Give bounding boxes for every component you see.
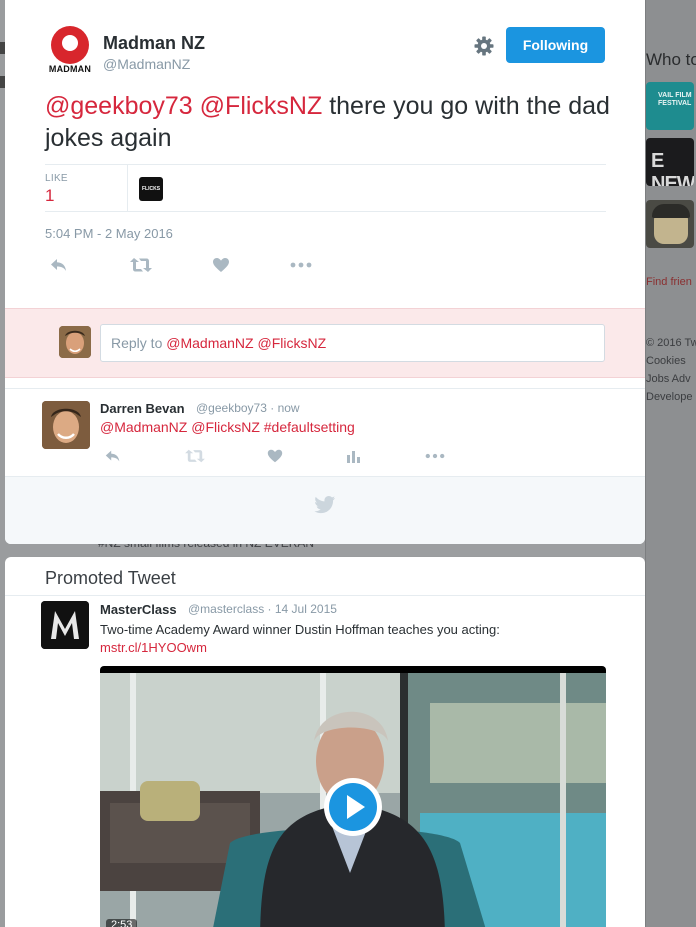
promoted-tweet-card: Promoted Tweet MasterClass @masterclass … bbox=[5, 557, 645, 927]
suggestion-label: VAIL FILM FESTIVAL bbox=[658, 92, 692, 107]
mention-link[interactable]: @geekboy73 bbox=[45, 92, 193, 120]
author-avatar[interactable]: MADMAN bbox=[45, 26, 95, 76]
promoted-heading: Promoted Tweet bbox=[45, 568, 176, 588]
cartoon-hair-shape bbox=[652, 204, 690, 218]
more-icon[interactable] bbox=[424, 447, 448, 469]
more-icon[interactable] bbox=[289, 255, 313, 277]
following-button[interactable]: Following bbox=[506, 27, 605, 63]
divider bbox=[5, 595, 645, 596]
suggestion-avatar-cartoon[interactable] bbox=[646, 200, 694, 248]
suggestion-avatar-vail[interactable]: VAIL FILM FESTIVAL bbox=[646, 82, 694, 130]
tweet-actions bbox=[45, 255, 345, 277]
tweet-timestamp[interactable]: 5:04 PM - 2 May 2016 bbox=[45, 226, 173, 241]
find-friends-link[interactable]: Find frien bbox=[646, 276, 692, 288]
tweet-modal: MADMAN Madman NZ @MadmanNZ Following @ge… bbox=[5, 0, 645, 544]
reply-text[interactable]: @MadmanNZ @FlicksNZ #defaultsetting bbox=[100, 419, 355, 435]
background-sidebar: Who to VAIL FILM FESTIVAL E NEWS Find fr… bbox=[645, 0, 696, 927]
masterclass-avatar[interactable] bbox=[41, 601, 89, 649]
suggestion-label: E NEWS bbox=[651, 150, 694, 186]
sidebar-footer: © 2016 Tw Cookies Jobs Adv Develope bbox=[646, 334, 696, 406]
promoted-text: Two-time Academy Award winner Dustin Hof… bbox=[100, 622, 500, 637]
reply-icon[interactable] bbox=[104, 447, 128, 469]
footer-line[interactable]: Cookies bbox=[646, 352, 696, 370]
analytics-icon[interactable] bbox=[344, 447, 368, 469]
play-button[interactable] bbox=[322, 776, 384, 838]
avatar-wordmark: MADMAN bbox=[48, 64, 92, 74]
gear-icon[interactable] bbox=[472, 34, 496, 58]
author-handle[interactable]: @MadmanNZ bbox=[103, 56, 190, 72]
reply-actions bbox=[100, 447, 460, 467]
reply-placeholder-mentions: @MadmanNZ @FlicksNZ bbox=[166, 335, 327, 351]
footer-line[interactable]: Jobs Adv bbox=[646, 370, 696, 388]
reply-icon[interactable] bbox=[49, 255, 73, 277]
promoted-link[interactable]: mstr.cl/1HYOOwm bbox=[100, 640, 207, 655]
likes-count[interactable]: 1 bbox=[45, 186, 54, 206]
twitter-bird-icon bbox=[314, 495, 336, 515]
modal-footer bbox=[5, 476, 645, 544]
like-icon[interactable] bbox=[211, 255, 235, 277]
likes-label: LIKE bbox=[45, 173, 68, 184]
mention-link[interactable]: @FlicksNZ bbox=[200, 92, 323, 120]
reply-input[interactable]: Reply to @MadmanNZ @FlicksNZ bbox=[100, 324, 605, 362]
tweet-stats: LIKE 1 FLICKS bbox=[45, 164, 606, 212]
madman-logo-icon bbox=[51, 26, 89, 64]
footer-line[interactable]: © 2016 Tw bbox=[646, 334, 696, 352]
video-duration: 2:53 bbox=[106, 919, 138, 927]
retweet-icon[interactable] bbox=[129, 255, 153, 277]
promoted-author-meta[interactable]: @masterclass · 14 Jul 2015 bbox=[188, 602, 337, 616]
current-user-avatar[interactable] bbox=[59, 326, 91, 358]
reply-tweet[interactable]: Darren Bevan @geekboy73 · now @MadmanNZ … bbox=[5, 388, 645, 476]
reply-placeholder-prefix: Reply to bbox=[111, 335, 167, 351]
retweet-icon[interactable] bbox=[184, 447, 208, 469]
footer-line[interactable]: Develope bbox=[646, 388, 696, 406]
suggestion-avatar-enews[interactable]: E NEWS bbox=[646, 138, 694, 186]
tweet-text: @geekboy73 @FlicksNZ there you go with t… bbox=[45, 90, 615, 154]
stats-divider bbox=[127, 165, 128, 212]
promoted-author-name[interactable]: MasterClass bbox=[100, 602, 177, 617]
like-icon[interactable] bbox=[266, 447, 290, 469]
video-player[interactable]: 2:53 bbox=[100, 666, 606, 927]
who-to-follow-heading: Who to bbox=[646, 50, 696, 69]
reply-composer: Reply to @MadmanNZ @FlicksNZ bbox=[5, 308, 645, 378]
reply-author-avatar[interactable] bbox=[42, 401, 90, 449]
reply-author-meta[interactable]: @geekboy73 · now bbox=[196, 401, 300, 415]
liker-avatar[interactable]: FLICKS bbox=[139, 177, 163, 201]
author-name[interactable]: Madman NZ bbox=[103, 33, 205, 54]
reply-author-name[interactable]: Darren Bevan bbox=[100, 401, 185, 416]
